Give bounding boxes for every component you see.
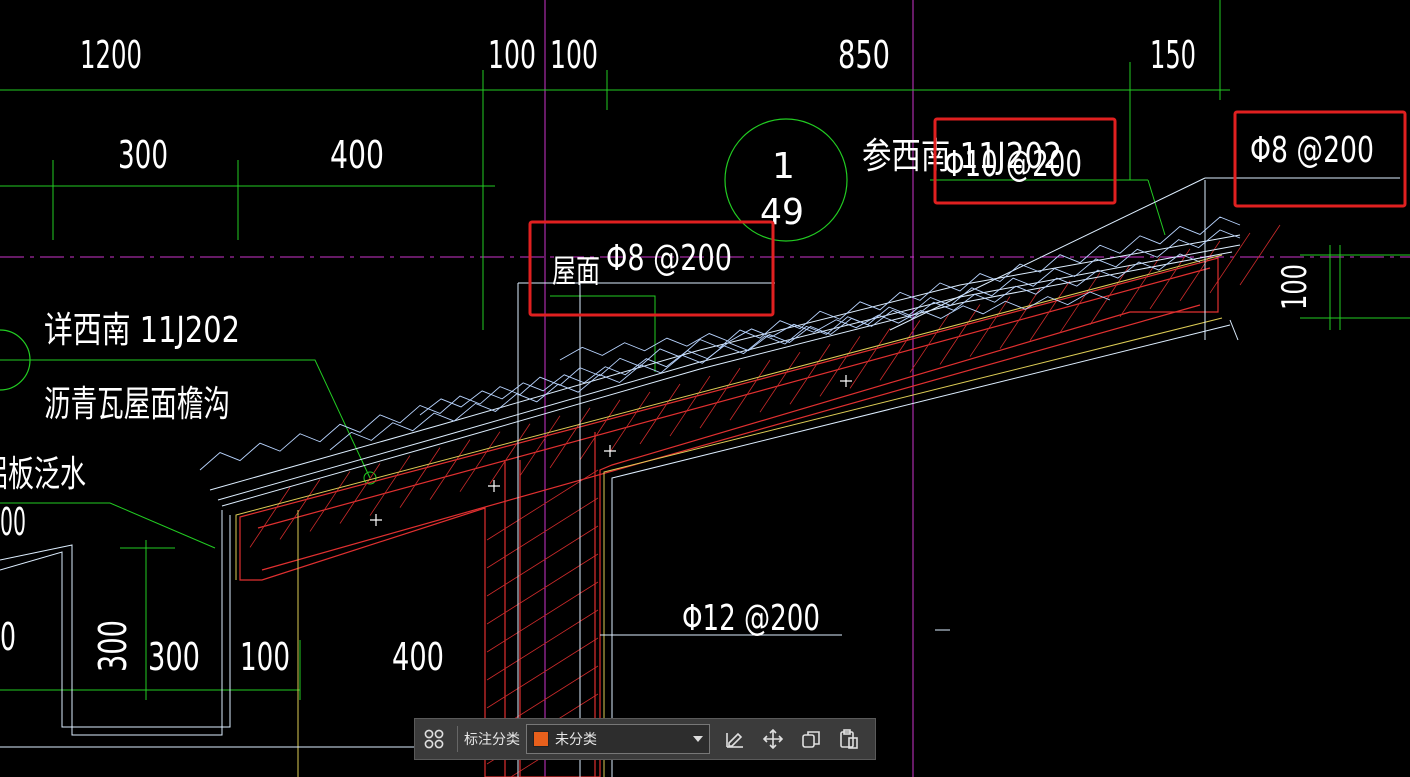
dim-vertical-100: 100 [1275,264,1315,310]
dim-top-150: 150 [1150,33,1196,77]
dim-300: 300 [118,133,168,177]
detail-bottom-number: 49 [760,192,804,233]
rebar-wall: Φ12 @200 [682,598,820,639]
rebar-right: Φ8 @200 [1250,130,1374,171]
cad-canvas[interactable]: 1200 100 100 850 150 300 400 300 100 400… [0,0,1410,777]
category-label: 标注分类 [464,732,520,748]
edit-icon[interactable] [716,719,754,759]
flashing-note: 铝板泛水 [0,454,86,495]
roof-label: 屋面 [552,252,600,290]
category-dropdown-value: 未分类 [555,732,597,748]
slab-hatching [249,224,1281,777]
grid-icon[interactable] [415,719,453,759]
dim-bottom-300: 300 [148,635,200,679]
roof-slab [239,257,1219,777]
category-color-swatch [533,731,549,747]
dim-top-1200: 1200 [80,33,142,77]
category-dropdown[interactable]: 未分类 [526,724,710,754]
dim-left-partial2: 00 [0,500,26,544]
detail-ref-line2: 沥青瓦屋面檐沟 [44,384,230,425]
dim-400: 400 [330,133,384,177]
detail-top-number: 1 [772,146,795,187]
dim-left-partial: 0 [0,615,16,659]
rebar-upper: Φ10 @200 [944,144,1082,185]
dim-top-850: 850 [838,33,890,77]
paste-icon[interactable] [830,719,868,759]
chevron-down-icon [693,736,703,742]
move-icon[interactable] [754,719,792,759]
toolbar-divider [457,726,458,752]
dim-bottom-100: 100 [240,635,290,679]
annotations: 详西南 11J202 沥青瓦屋面檐沟 铝板泛水 屋面 参西南 11J202 Φ8… [0,130,1374,639]
dimension-text: 1200 100 100 850 150 300 400 300 100 400… [0,33,1315,679]
detail-ref-line1: 详西南 11J202 [44,310,240,351]
wall-outline [235,254,1223,777]
rebar-roof: Φ8 @200 [606,238,732,279]
annotation-toolbar: 标注分类 未分类 [414,718,876,760]
dim-top-100a: 100 [488,33,536,77]
copy-icon[interactable] [792,719,830,759]
dim-bottom-400: 400 [392,635,444,679]
dim-top-100b: 100 [550,33,598,77]
dim-vertical-300: 300 [91,620,135,672]
rebar-markers [370,375,852,526]
